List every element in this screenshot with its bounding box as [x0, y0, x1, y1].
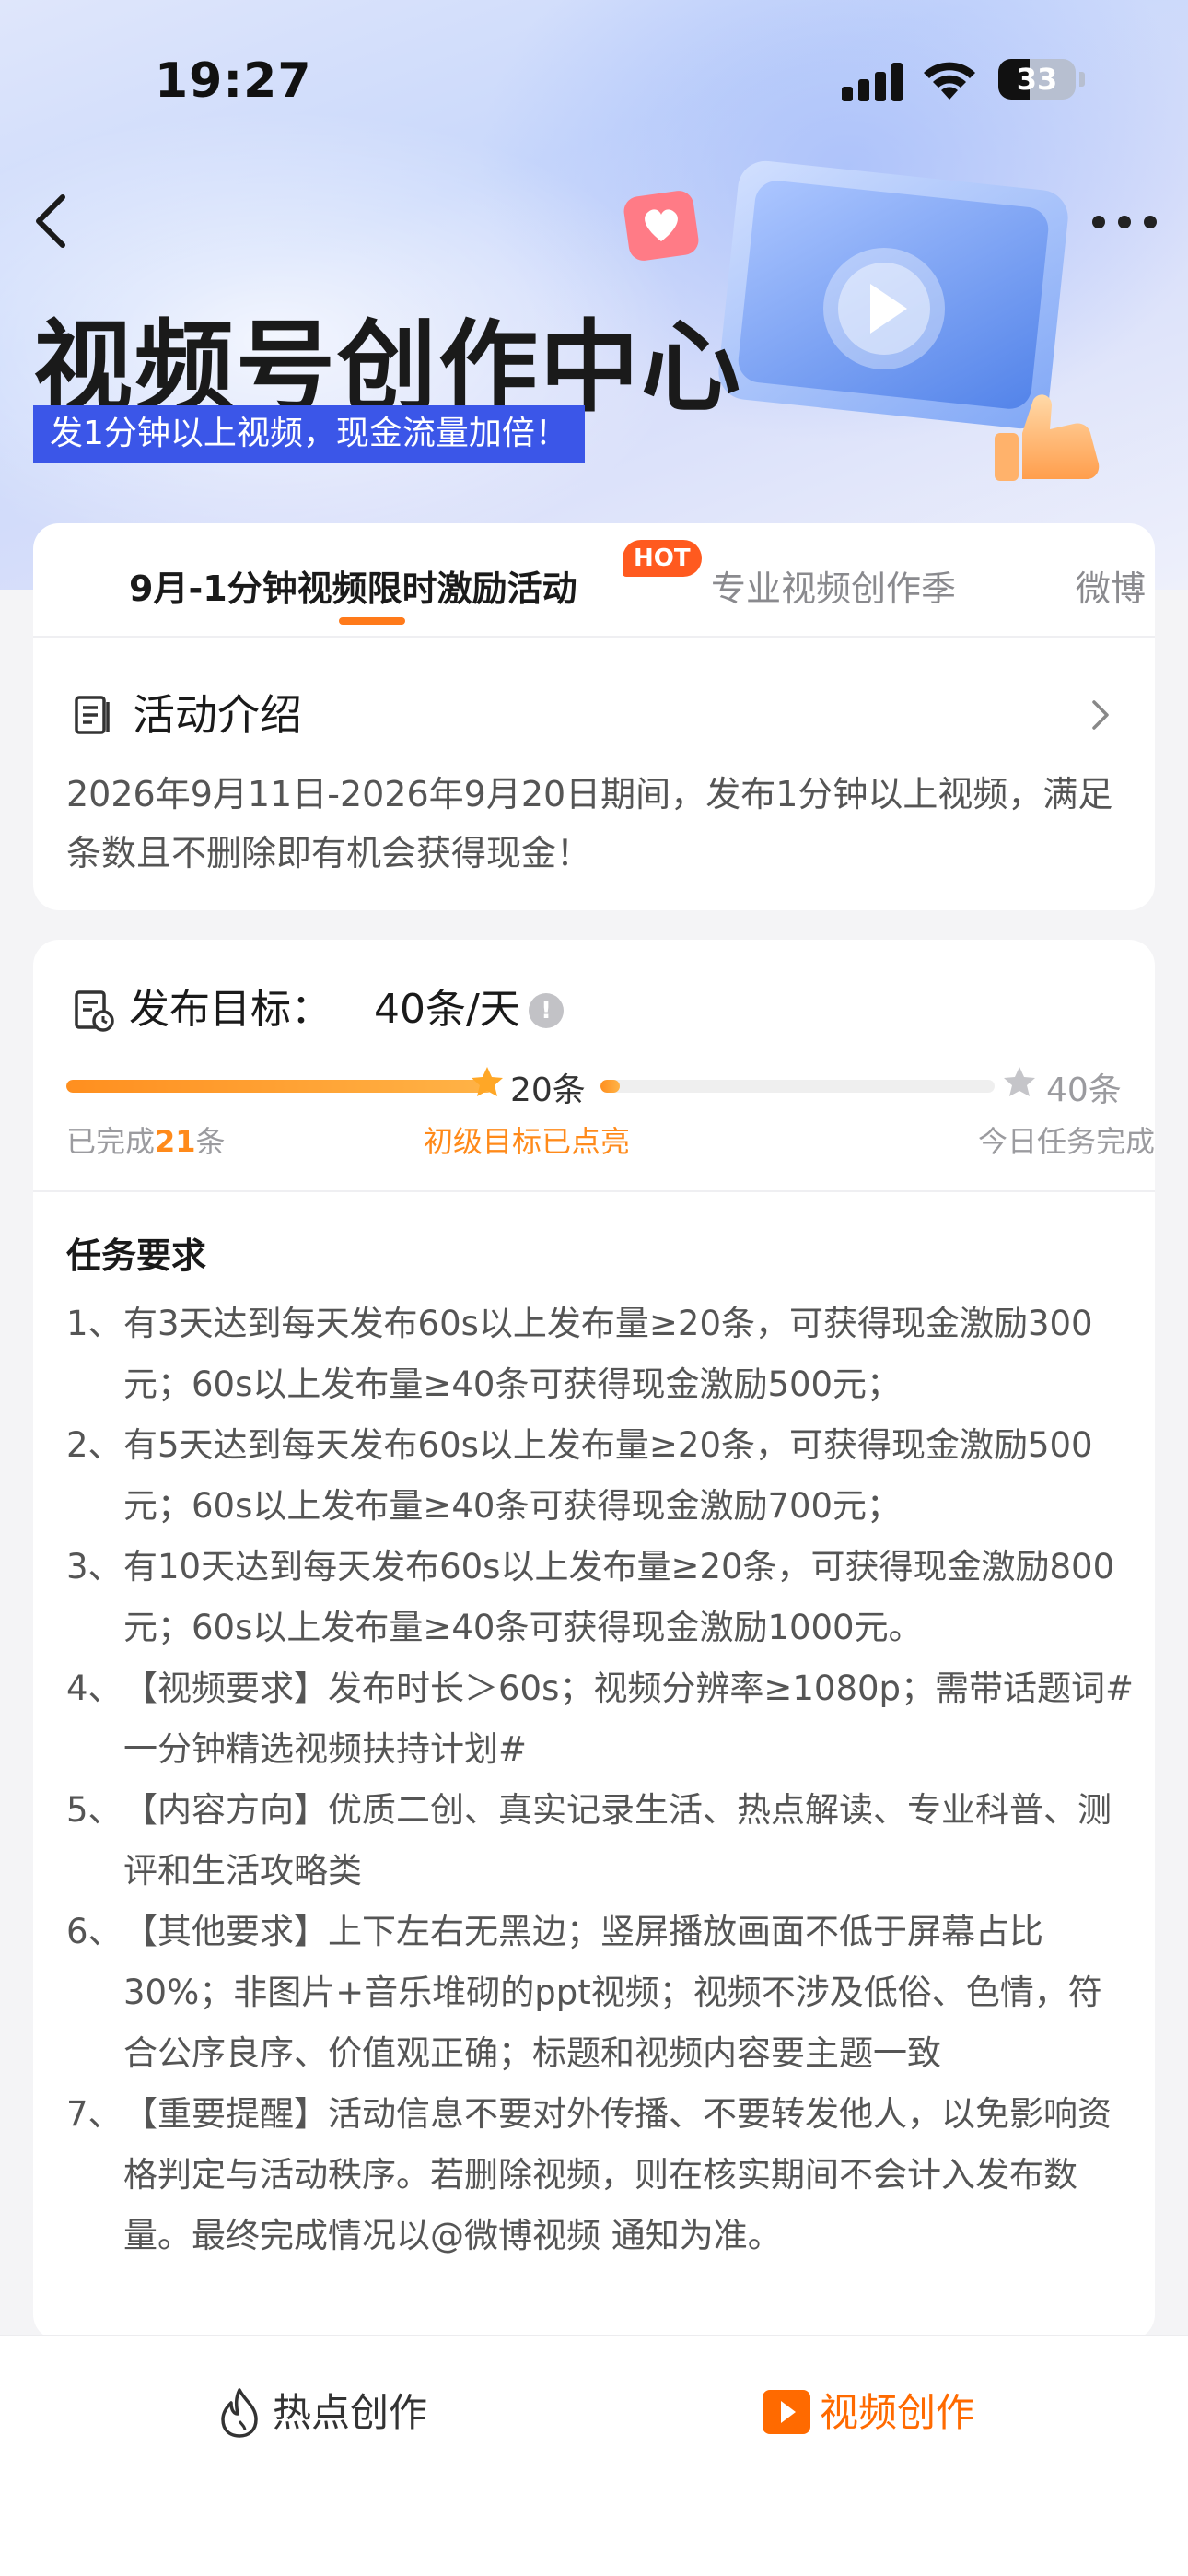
goal-header: 发布目标： 40条/天 !	[74, 980, 903, 1039]
battery-cap	[1079, 72, 1085, 87]
tab-1min-video-activity[interactable]: 9月-1分钟视频限时激励活动	[129, 560, 577, 611]
activity-tabs: 9月-1分钟视频限时激励活动 HOT 专业视频创作季 微博	[33, 523, 1155, 638]
requirements-title: 任务要求	[66, 1235, 207, 1276]
intro-description: 2026年9月11日-2026年9月20日期间，发布1分钟以上视频，满足条数且不…	[66, 774, 1113, 873]
progress-fill	[66, 1080, 494, 1093]
requirement-text: 【重要提醒】活动信息不要对外传播、不要转发他人，以免影响资格判定与活动秩序。若删…	[123, 2094, 1112, 2255]
requirements-list: 1、 有3天达到每天发布60s以上发布量≥20条，可获得现金激励300元；60s以…	[66, 1294, 1135, 2266]
flame-icon	[221, 2388, 258, 2438]
intro-header[interactable]: 活动介绍	[74, 687, 1114, 743]
requirement-item: 1、 有3天达到每天发布60s以上发布量≥20条，可获得现金激励300元；60s以…	[66, 1294, 1135, 1415]
signal-icon	[842, 61, 906, 101]
more-options-icon[interactable]	[1083, 203, 1166, 243]
completed-count: 21	[155, 1124, 196, 1159]
requirement-number: 6、	[66, 1912, 122, 1951]
requirement-number: 4、	[66, 1669, 122, 1708]
calendar-clock-icon	[75, 990, 114, 1032]
goal-value: 40条/天	[374, 986, 520, 1033]
requirement-item: 2、 有5天达到每天发布60s以上发布量≥20条，可获得现金激励500元；60s以…	[66, 1415, 1135, 1537]
status-time: 19:27	[155, 53, 312, 109]
requirement-number: 2、	[66, 1425, 122, 1465]
level-status: 初级目标已点亮	[424, 1124, 631, 1159]
video-creation-label: 视频创作	[820, 2390, 975, 2435]
video-play-icon	[763, 2390, 810, 2434]
back-arrow-icon[interactable]	[20, 184, 85, 258]
hero-banner: 19:27 33 视频号创作中心 发1分钟以上视频，现金流量加倍！	[0, 0, 1188, 590]
requirement-item: 5、 【内容方向】优质二创、真实记录生活、热点解读、专业科普、测评和生活攻略类	[66, 1780, 1135, 1902]
requirement-number: 5、	[66, 1790, 122, 1830]
star-filled-icon	[472, 1067, 503, 1096]
info-icon[interactable]: !	[529, 993, 564, 1028]
requirement-text: 【其他要求】上下左右无黑边；竖屏播放画面不低于屏幕占比30%；非图片+音乐堆砌的…	[123, 1912, 1102, 2073]
tab-weibo[interactable]: 微博	[1076, 560, 1146, 611]
tab-pro-video-season[interactable]: 专业视频创作季	[711, 560, 956, 611]
requirement-item: 6、 【其他要求】上下左右无黑边；竖屏播放画面不低于屏幕占比30%；非图片+音乐堆…	[66, 1902, 1135, 2084]
progress-bar-primary	[66, 1080, 494, 1093]
requirement-number: 7、	[66, 2094, 122, 2134]
requirement-text: 有3天达到每天发布60s以上发布量≥20条，可获得现金激励300元；60s以上发…	[123, 1304, 1093, 1404]
requirement-text: 有10天达到每天发布60s以上发布量≥20条，可获得现金激励800元；60s以上…	[123, 1547, 1115, 1647]
battery-icon: 33	[998, 59, 1076, 100]
completed-count-label: 已完成21条	[66, 1118, 226, 1161]
requirement-number: 1、	[66, 1304, 122, 1343]
requirement-number: 3、	[66, 1547, 122, 1587]
status-bar: 19:27 33	[0, 0, 1188, 147]
goal-title: 发布目标：	[129, 986, 332, 1033]
divider	[33, 1190, 1155, 1192]
requirement-item: 4、 【视频要求】发布时长＞60s；视频分辨率≥1080p；需带话题词#一分钟精选…	[66, 1658, 1135, 1780]
bottom-nav: 热点创作 视频创作	[0, 2335, 1188, 2576]
requirement-text: 【内容方向】优质二创、真实记录生活、热点解读、专业科普、测评和生活攻略类	[123, 1790, 1112, 1891]
wifi-icon	[924, 62, 975, 100]
battery-level: 33	[1016, 62, 1058, 97]
subtitle-badge: 发1分钟以上视频，现金流量加倍！	[33, 405, 585, 463]
chevron-right-icon	[1092, 700, 1109, 730]
activity-card: 9月-1分钟视频限时激励活动 HOT 专业视频创作季 微博 活动介绍 2026年…	[33, 523, 1155, 910]
completed-prefix: 已完成	[66, 1124, 156, 1159]
goal-card: 发布目标： 40条/天 ! 20条 40条 已完成21条 初级目标已点亮 今日任…	[33, 940, 1155, 2340]
requirement-item: 3、 有10天达到每天发布60s以上发布量≥20条，可获得现金激励800元；60s…	[66, 1537, 1135, 1658]
star-outline-icon	[1004, 1067, 1035, 1096]
today-status: 今日任务完成	[977, 1124, 1155, 1159]
document-icon	[75, 696, 110, 734]
requirement-text: 有5天达到每天发布60s以上发布量≥20条，可获得现金激励500元；60s以上发…	[123, 1425, 1093, 1526]
progress-fill	[600, 1080, 621, 1093]
requirement-item: 7、 【重要提醒】活动信息不要对外传播、不要转发他人，以免影响资格判定与活动秩序。…	[66, 2084, 1135, 2266]
hot-badge: HOT	[623, 540, 702, 577]
hot-creation-label: 热点创作	[273, 2390, 428, 2435]
active-tab-indicator	[339, 617, 405, 625]
completed-suffix: 条	[195, 1124, 226, 1159]
intro-title: 活动介绍	[133, 690, 302, 740]
progress-bar-secondary	[600, 1080, 995, 1093]
milestone-20: 20条	[510, 1071, 586, 1109]
milestone-40: 40条	[1046, 1071, 1122, 1109]
requirement-text: 【视频要求】发布时长＞60s；视频分辨率≥1080p；需带话题词#一分钟精选视频…	[123, 1669, 1135, 1769]
